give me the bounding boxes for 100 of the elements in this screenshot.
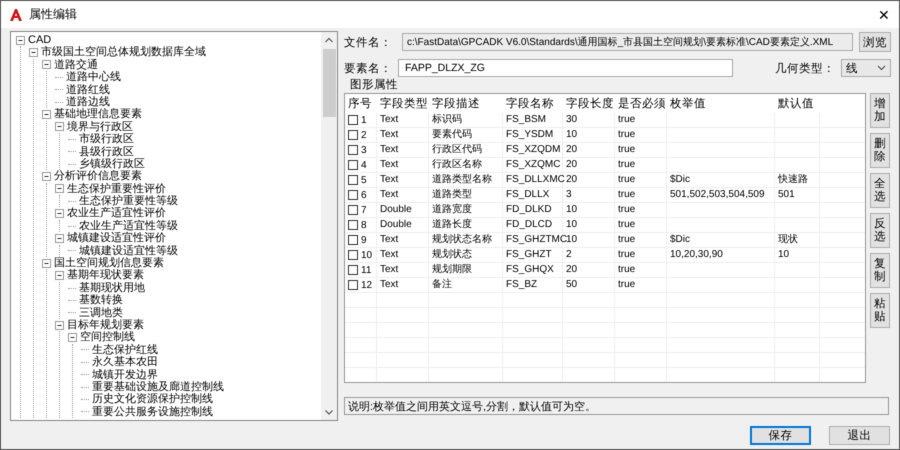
- row-checkbox[interactable]: [348, 145, 358, 155]
- tree-item[interactable]: 道路交通: [54, 58, 98, 72]
- collapse-icon[interactable]: [55, 320, 64, 330]
- tree-item[interactable]: 分析评价信息要素: [54, 170, 142, 183]
- collapse-icon[interactable]: [42, 110, 51, 120]
- table-cell: FS_DLLX: [503, 188, 563, 202]
- row-checkbox[interactable]: [348, 280, 358, 290]
- collapse-icon[interactable]: [55, 271, 64, 280]
- tree-item[interactable]: 生态保护重要性评价: [67, 182, 166, 196]
- collapse-icon[interactable]: [29, 48, 38, 58]
- row-checkbox[interactable]: [348, 130, 358, 140]
- close-button[interactable]: ✕: [869, 1, 899, 28]
- table-cell: 3: [563, 188, 615, 202]
- column-header[interactable]: 是否必须: [615, 96, 667, 111]
- table-cell: 3: [361, 144, 367, 156]
- column-header[interactable]: 字段名称: [503, 96, 563, 111]
- row-checkbox[interactable]: [348, 235, 358, 245]
- table-cell: 10: [775, 248, 820, 262]
- table-cell: FS_XZQMC: [503, 158, 563, 172]
- tree-item[interactable]: 永久基本农田: [92, 356, 158, 369]
- row-checkbox[interactable]: [348, 265, 358, 275]
- tree-item[interactable]: 农业生产适宜性评价: [67, 207, 166, 220]
- tree-item[interactable]: 道路边线: [66, 96, 110, 108]
- side-button[interactable]: 全选: [870, 173, 890, 208]
- row-checkbox[interactable]: [348, 175, 358, 185]
- table-cell: 道路宽度: [429, 203, 503, 217]
- scrollbar[interactable]: [321, 32, 337, 420]
- row-checkbox[interactable]: [348, 250, 358, 260]
- tree-item[interactable]: 道路红线: [66, 84, 110, 96]
- table-cell: true: [615, 203, 667, 217]
- browse-button[interactable]: 浏览: [859, 32, 891, 52]
- table-cell: Text: [377, 143, 429, 157]
- collapse-icon[interactable]: [42, 258, 51, 268]
- table-cell: 7: [361, 204, 367, 216]
- table-cell: true: [615, 173, 667, 187]
- tree-item[interactable]: 市级国土空间总体规划数据库全域: [41, 46, 206, 59]
- table-cell: 要素代码: [429, 128, 503, 142]
- dialog-button[interactable]: 退出: [829, 426, 890, 445]
- collapse-icon[interactable]: [55, 234, 64, 243]
- tree-item[interactable]: 生态保护红线: [92, 344, 158, 356]
- column-header[interactable]: 序号: [345, 96, 377, 111]
- column-header[interactable]: 默认值: [775, 96, 820, 111]
- dialog-button[interactable]: 保存: [750, 426, 811, 445]
- table-cell: 12: [361, 280, 372, 290]
- group-title: 图形属性: [350, 78, 399, 92]
- side-button[interactable]: 复制: [870, 253, 890, 288]
- table-cell: Double: [377, 203, 429, 217]
- collapse-icon[interactable]: [55, 184, 64, 194]
- tree-item[interactable]: 基数转换: [79, 294, 123, 307]
- window-title: 属性编辑: [29, 6, 78, 23]
- side-button[interactable]: 反选: [870, 213, 890, 248]
- row-checkbox[interactable]: [348, 115, 358, 125]
- tree-item[interactable]: 重要公共服务设施控制线: [92, 406, 213, 418]
- row-checkbox[interactable]: [348, 190, 358, 200]
- collapse-icon[interactable]: [42, 172, 51, 181]
- tree-item[interactable]: 境界与行政区: [67, 120, 133, 134]
- tree-item[interactable]: 目标年规划要素: [67, 318, 144, 332]
- table-cell: Text: [377, 113, 429, 127]
- tree-item[interactable]: 基期年现状要素: [67, 269, 144, 282]
- column-header[interactable]: 字段描述: [429, 96, 503, 111]
- file-path-field[interactable]: c:\FastData\GPCADK V6.0\Standards\通用国标_市县国土空间规划\要素标准\CAD要素定义.XML: [402, 33, 853, 51]
- tree-item[interactable]: 重要基础设施及廊道控制线: [92, 380, 224, 394]
- tree-item[interactable]: 城镇建设适宜性等级: [79, 244, 178, 258]
- tree-item[interactable]: 历史文化资源保护控制线: [92, 393, 213, 406]
- tree-item[interactable]: 基期现状用地: [79, 282, 145, 294]
- tree-item[interactable]: 基础地理信息要素: [54, 108, 142, 121]
- column-header[interactable]: 字段类型: [377, 96, 429, 111]
- table-cell: Text: [377, 188, 429, 202]
- geometry-type-dropdown[interactable]: 线: [840, 59, 891, 77]
- collapse-icon[interactable]: [16, 36, 25, 45]
- collapse-icon[interactable]: [42, 60, 51, 70]
- tree-item[interactable]: 生态保护重要性等级: [79, 195, 178, 208]
- side-button[interactable]: 粘贴: [870, 293, 890, 328]
- scroll-thumb[interactable]: [322, 49, 336, 117]
- tree-item[interactable]: 国土空间规划信息要素: [54, 257, 164, 270]
- collapse-icon[interactable]: [55, 122, 64, 132]
- tree-item[interactable]: 乡镇级行政区: [79, 158, 145, 170]
- collapse-icon[interactable]: [55, 209, 64, 218]
- feature-name-field[interactable]: FAPP_DLZX_ZG: [398, 59, 734, 77]
- table-cell: 1: [361, 114, 367, 126]
- table-cell: FS_GHQX: [503, 263, 563, 277]
- row-checkbox[interactable]: [348, 205, 358, 215]
- tree-item[interactable]: 城镇开发边界: [92, 368, 158, 381]
- tree-item[interactable]: 县级行政区: [79, 146, 134, 158]
- table-cell: 6: [361, 190, 367, 200]
- tree-item[interactable]: 市级行政区: [79, 133, 134, 146]
- tree-item[interactable]: 农业生产适宜性等级: [79, 220, 178, 232]
- column-header[interactable]: 枚举值: [667, 96, 775, 111]
- table-cell: 10: [361, 250, 372, 260]
- side-button[interactable]: 增加: [870, 93, 890, 128]
- row-checkbox[interactable]: [348, 220, 358, 230]
- column-header[interactable]: 字段长度: [563, 96, 615, 111]
- collapse-icon[interactable]: [68, 333, 77, 342]
- tree-item[interactable]: 空间控制线: [80, 331, 135, 344]
- row-checkbox[interactable]: [348, 160, 358, 170]
- tree-item[interactable]: 城镇建设适宜性评价: [67, 232, 166, 245]
- tree-item[interactable]: 道路中心线: [66, 71, 121, 84]
- tree-item[interactable]: 三调地类: [79, 306, 123, 319]
- tree-item[interactable]: CAD: [28, 34, 52, 46]
- side-button[interactable]: 删除: [870, 133, 890, 168]
